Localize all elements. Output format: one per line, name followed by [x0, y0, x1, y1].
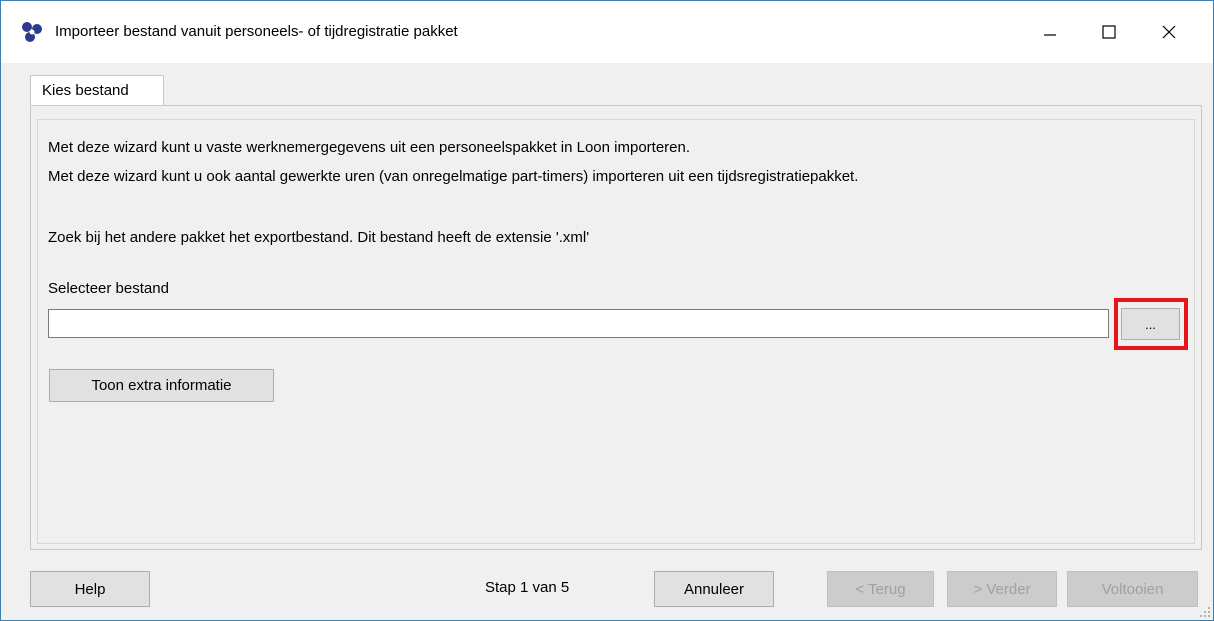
finish-button[interactable]: Voltooien: [1067, 571, 1198, 607]
cancel-button[interactable]: Annuleer: [654, 571, 774, 607]
intro-text-line-1: Met deze wizard kunt u vaste werknemerge…: [48, 139, 691, 156]
back-button[interactable]: < Terug: [827, 571, 934, 607]
help-button[interactable]: Help: [30, 571, 150, 607]
browse-button[interactable]: ...: [1121, 308, 1180, 340]
tab-kies-bestand[interactable]: Kies bestand: [30, 75, 164, 106]
app-logo-icon: [22, 22, 42, 42]
maximize-icon: [1102, 25, 1116, 39]
resize-grip-icon[interactable]: [1199, 606, 1211, 618]
intro-text-line-2: Met deze wizard kunt u ook aantal gewerk…: [48, 168, 859, 185]
instruction-text: Zoek bij het andere pakket het exportbes…: [48, 229, 590, 246]
close-icon: [1162, 25, 1176, 39]
wizard-window: Importeer bestand vanuit personeels- of …: [0, 0, 1214, 621]
show-extra-info-button[interactable]: Toon extra informatie: [49, 369, 274, 402]
title-bar[interactable]: Importeer bestand vanuit personeels- of …: [1, 1, 1213, 63]
file-path-input[interactable]: [48, 309, 1109, 338]
next-button[interactable]: > Verder: [947, 571, 1057, 607]
window-title: Importeer bestand vanuit personeels- of …: [55, 23, 458, 40]
file-label: Selecteer bestand: [48, 280, 169, 297]
step-indicator: Stap 1 van 5: [485, 579, 570, 596]
minimize-button[interactable]: [1027, 11, 1073, 53]
minimize-icon: [1044, 34, 1056, 36]
close-button[interactable]: [1146, 11, 1192, 53]
maximize-button[interactable]: [1086, 11, 1132, 53]
